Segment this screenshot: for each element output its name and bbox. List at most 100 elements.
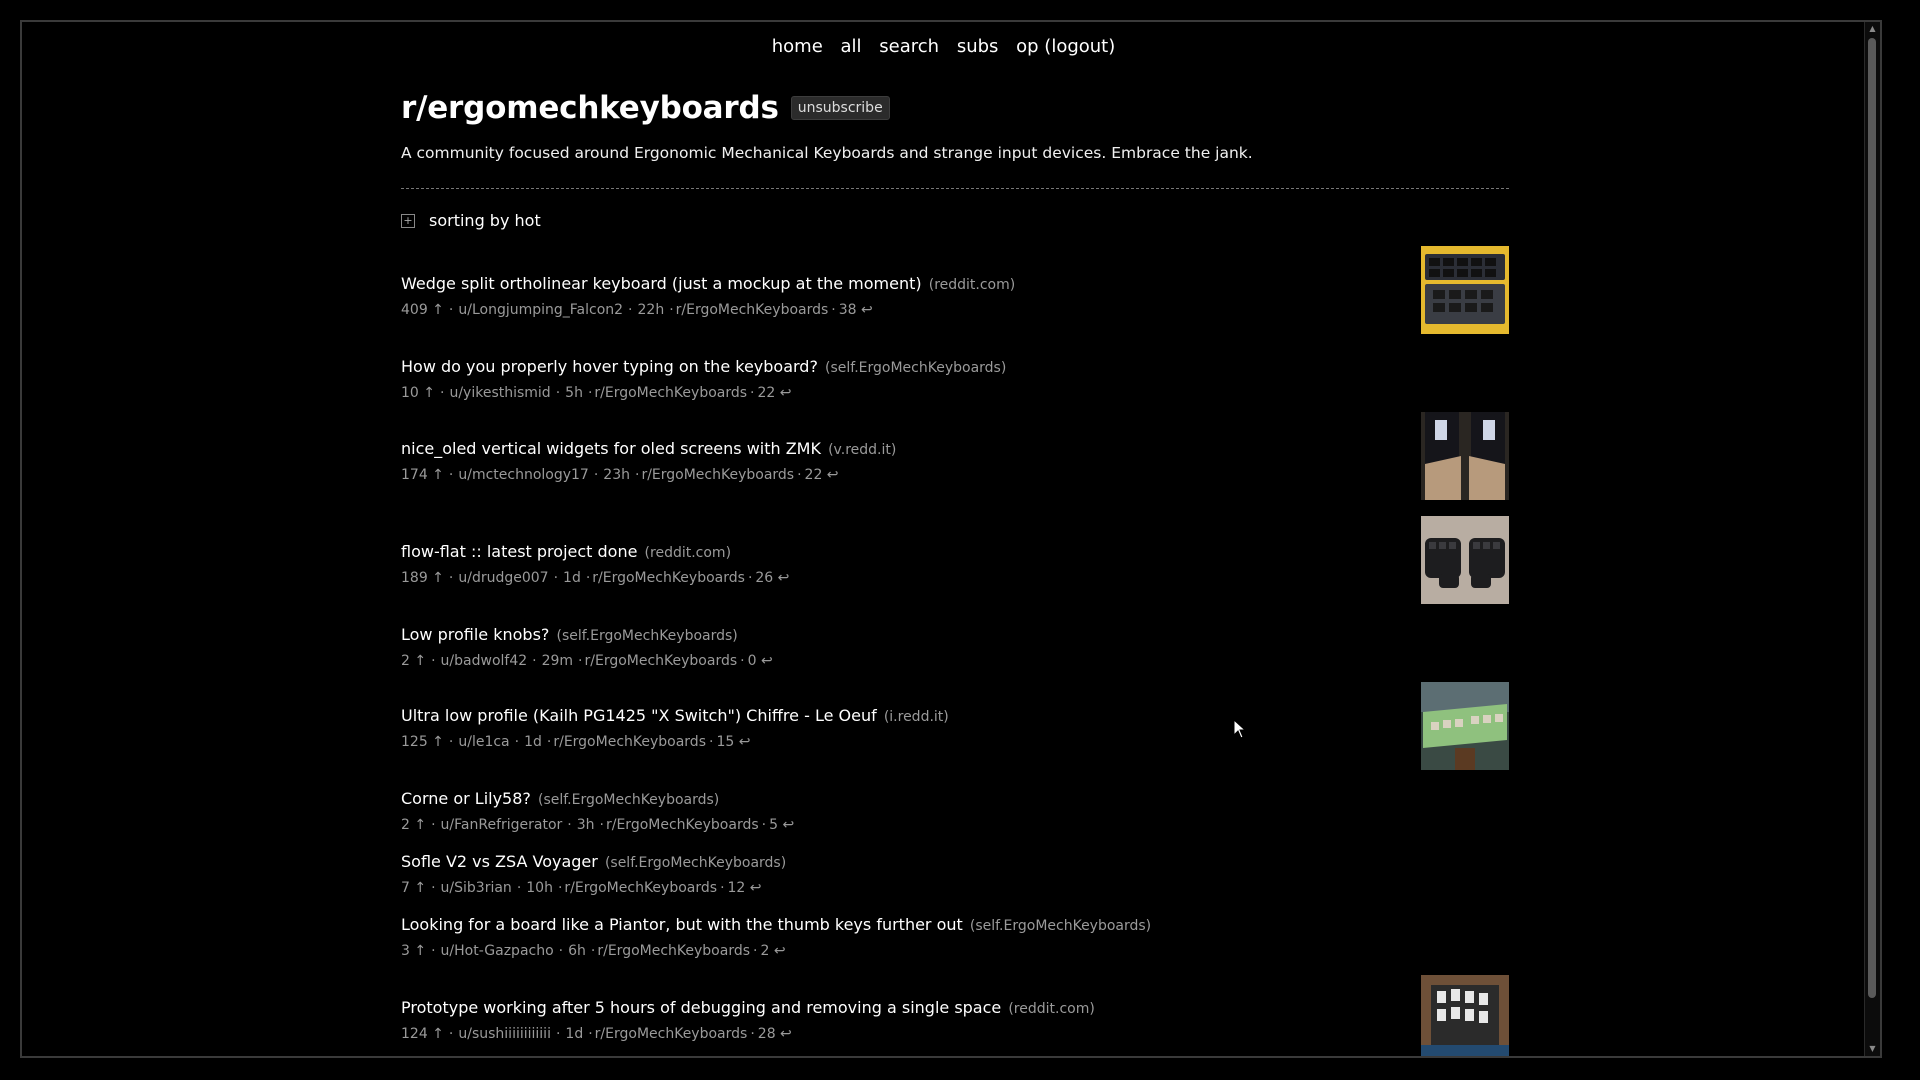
- vertical-scrollbar[interactable]: ▲ ▼: [1864, 22, 1880, 1056]
- post-item: Wedge split ortholinear keyboard (just a…: [401, 274, 1509, 318]
- scroll-up-icon[interactable]: ▲: [1865, 22, 1880, 36]
- post-age: 6h: [568, 943, 586, 959]
- post-author-link[interactable]: u/Sib3rian: [441, 880, 512, 896]
- post-title-row: Low profile knobs? (self.ErgoMechKeyboar…: [401, 625, 1509, 644]
- unsubscribe-button[interactable]: unsubscribe: [790, 96, 890, 120]
- post-domain[interactable]: (v.redd.it): [828, 442, 896, 458]
- post-score: 2 ↑: [401, 817, 427, 833]
- post-domain[interactable]: (i.redd.it): [884, 709, 949, 725]
- post-subreddit-link[interactable]: r/ErgoMechKeyboards: [564, 880, 717, 896]
- post-subreddit-link[interactable]: r/ErgoMechKeyboards: [595, 1026, 748, 1042]
- post-title-link[interactable]: How do you properly hover typing on the …: [401, 357, 818, 376]
- post-author-link[interactable]: u/yikesthismid: [449, 385, 550, 401]
- post-title-row: Wedge split ortholinear keyboard (just a…: [401, 274, 1509, 293]
- sort-expand-icon[interactable]: +: [401, 213, 415, 228]
- post-domain[interactable]: (reddit.com): [645, 545, 732, 561]
- nav-all-link[interactable]: all: [841, 36, 862, 57]
- post-score: 189 ↑: [401, 570, 444, 586]
- post-comments-link[interactable]: 2 ↩: [760, 943, 785, 959]
- post-item: Looking for a board like a Piantor, but …: [401, 915, 1509, 959]
- post-comments-link[interactable]: 38 ↩: [839, 302, 873, 318]
- nav-logout-link[interactable]: op (logout): [1016, 36, 1115, 57]
- post-title-row: flow-flat :: latest project done (reddit…: [401, 542, 1509, 561]
- post-title-link[interactable]: nice_oled vertical widgets for oled scre…: [401, 439, 821, 458]
- subreddit-description: A community focused around Ergonomic Mec…: [401, 144, 1253, 162]
- post-author-link[interactable]: u/badwolf42: [441, 653, 528, 669]
- post-title-link[interactable]: Sofle V2 vs ZSA Voyager: [401, 852, 598, 871]
- post-meta: 124 ↑ · u/sushiiiiiiiiiiii · 1d · r/ErgoMechKe…: [401, 1026, 792, 1042]
- post-author-link[interactable]: u/le1ca: [458, 734, 509, 750]
- post-subreddit-link[interactable]: r/ErgoMechKeyboards: [641, 467, 794, 483]
- post-title-link[interactable]: Looking for a board like a Piantor, but …: [401, 915, 963, 934]
- subreddit-title: r/ergomechkeyboards: [401, 90, 779, 126]
- scrollbar-thumb[interactable]: [1868, 38, 1876, 998]
- nav-home-link[interactable]: home: [772, 36, 823, 57]
- post-author-link[interactable]: u/sushiiiiiiiiiiii: [458, 1026, 551, 1042]
- post-item: Ultra low profile (Kailh PG1425 "X Switc…: [401, 706, 1509, 750]
- post-comments-link[interactable]: 22 ↩: [805, 467, 839, 483]
- post-title-link[interactable]: Wedge split ortholinear keyboard (just a…: [401, 274, 922, 293]
- post-subreddit-link[interactable]: r/ErgoMechKeyboards: [585, 653, 738, 669]
- post-domain[interactable]: (self.ErgoMechKeyboards): [825, 360, 1006, 376]
- post-item: nice_oled vertical widgets for oled scre…: [401, 439, 1509, 483]
- post-thumbnail[interactable]: [1421, 682, 1509, 770]
- nav-search-link[interactable]: search: [879, 36, 939, 57]
- post-title-link[interactable]: Corne or Lily58?: [401, 789, 531, 808]
- scroll-down-icon[interactable]: ▼: [1865, 1042, 1880, 1056]
- post-domain[interactable]: (reddit.com): [1008, 1001, 1095, 1017]
- post-score: 409 ↑: [401, 302, 444, 318]
- post-meta: 10 ↑ · u/yikesthismid · 5h · r/ErgoMechKeyboar…: [401, 385, 792, 401]
- post-title-link[interactable]: flow-flat :: latest project done: [401, 542, 637, 561]
- post-title-link[interactable]: Ultra low profile (Kailh PG1425 "X Switc…: [401, 706, 877, 725]
- post-author-link[interactable]: u/drudge007: [458, 570, 548, 586]
- post-comments-link[interactable]: 0 ↩: [748, 653, 773, 669]
- post-item: Prototype working after 5 hours of debug…: [401, 998, 1509, 1042]
- post-title-link[interactable]: Low profile knobs?: [401, 625, 549, 644]
- post-author-link[interactable]: u/Hot-Gazpacho: [441, 943, 554, 959]
- post-title-row: Looking for a board like a Piantor, but …: [401, 915, 1509, 934]
- sort-control: + sorting by hot: [401, 211, 1509, 230]
- post-comments-link[interactable]: 12 ↩: [728, 880, 762, 896]
- post-author-link[interactable]: u/Longjumping_Falcon2: [458, 302, 623, 318]
- post-subreddit-link[interactable]: r/ErgoMechKeyboards: [592, 570, 745, 586]
- post-title-row: Ultra low profile (Kailh PG1425 "X Switc…: [401, 706, 1509, 725]
- post-subreddit-link[interactable]: r/ErgoMechKeyboards: [597, 943, 750, 959]
- post-title-row: Prototype working after 5 hours of debug…: [401, 998, 1509, 1017]
- post-author-link[interactable]: u/mctechnology17: [458, 467, 588, 483]
- post-thumbnail[interactable]: [1421, 975, 1509, 1056]
- post-domain[interactable]: (reddit.com): [929, 277, 1016, 293]
- post-domain[interactable]: (self.ErgoMechKeyboards): [605, 855, 786, 871]
- nav-subs-link[interactable]: subs: [957, 36, 999, 57]
- post-item: Low profile knobs? (self.ErgoMechKeyboar…: [401, 625, 1509, 669]
- post-thumbnail[interactable]: [1421, 516, 1509, 604]
- post-score: 3 ↑: [401, 943, 427, 959]
- post-comments-link[interactable]: 22 ↩: [758, 385, 792, 401]
- post-domain[interactable]: (self.ErgoMechKeyboards): [538, 792, 719, 808]
- post-age: 29m: [541, 653, 574, 669]
- post-author-link[interactable]: u/FanRefrigerator: [441, 817, 563, 833]
- post-score: 2 ↑: [401, 653, 427, 669]
- post-subreddit-link[interactable]: r/ErgoMechKeyboards: [606, 817, 759, 833]
- post-subreddit-link[interactable]: r/ErgoMechKeyboards: [676, 302, 829, 318]
- post-subreddit-link[interactable]: r/ErgoMechKeyboards: [553, 734, 706, 750]
- post-meta: 2 ↑ · u/FanRefrigerator · 3h · r/ErgoMechKeybo…: [401, 817, 795, 833]
- post-comments-link[interactable]: 15 ↩: [716, 734, 750, 750]
- post-title-link[interactable]: Prototype working after 5 hours of debug…: [401, 998, 1001, 1017]
- post-score: 7 ↑: [401, 880, 427, 896]
- post-age: 22h: [637, 302, 665, 318]
- sort-label[interactable]: sorting by hot: [429, 211, 541, 230]
- post-comments-link[interactable]: 26 ↩: [755, 570, 789, 586]
- post-item: Sofle V2 vs ZSA Voyager (self.ErgoMechKe…: [401, 852, 1509, 896]
- post-domain[interactable]: (self.ErgoMechKeyboards): [970, 918, 1151, 934]
- post-age: 23h: [603, 467, 630, 483]
- post-meta: 189 ↑ · u/drudge007 · 1d · r/ErgoMechKeyboards…: [401, 570, 790, 586]
- post-title-row: Sofle V2 vs ZSA Voyager (self.ErgoMechKe…: [401, 852, 1509, 871]
- post-subreddit-link[interactable]: r/ErgoMechKeyboards: [594, 385, 747, 401]
- mouse-cursor-icon: [1233, 719, 1247, 739]
- post-age: 3h: [576, 817, 595, 833]
- post-comments-link[interactable]: 28 ↩: [758, 1026, 792, 1042]
- post-thumbnail[interactable]: [1421, 246, 1509, 334]
- post-domain[interactable]: (self.ErgoMechKeyboards): [557, 628, 738, 644]
- post-comments-link[interactable]: 5 ↩: [769, 817, 794, 833]
- post-thumbnail[interactable]: [1421, 412, 1509, 500]
